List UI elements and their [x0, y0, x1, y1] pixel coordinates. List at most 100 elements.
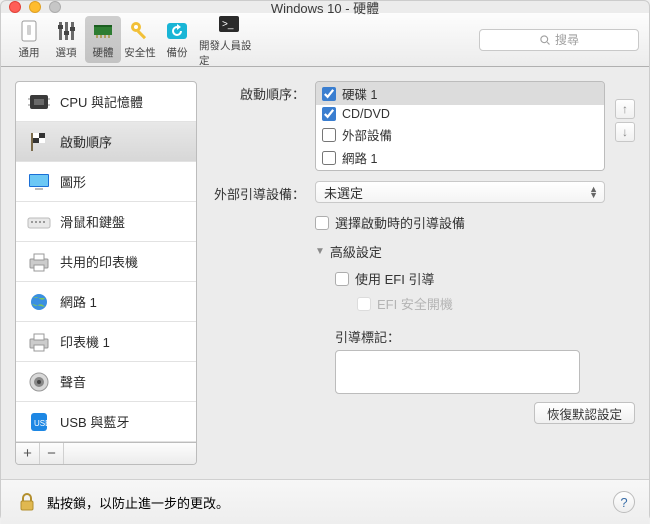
sidebar-item-label: 印表機 1: [60, 332, 110, 351]
key-icon: [128, 19, 152, 43]
restore-defaults-button[interactable]: 恢復默認設定: [534, 402, 635, 424]
sidebar-item-cpu[interactable]: CPU 與記憶體: [16, 82, 196, 122]
efi-row: 使用 EFI 引導: [335, 269, 635, 288]
sidebar-item-label: 滑鼠和鍵盤: [60, 212, 125, 231]
sidebar-item-sound[interactable]: 聲音: [16, 362, 196, 402]
boot-order-row: 啟動順序： 硬碟 1 CD/DVD 外部設備 網路 1 軟碟 ↑ ↓: [205, 81, 635, 171]
chip-icon: [91, 19, 115, 43]
efi-checkbox[interactable]: [335, 272, 349, 286]
boot-item[interactable]: CD/DVD: [316, 105, 604, 123]
svg-text:>_: >_: [222, 19, 234, 30]
display-icon: [26, 171, 52, 193]
toolbar-group: 通用 選項 硬體 安全性 備份: [11, 16, 195, 63]
content-area: CPU 與記憶體 啟動順序 圖形 滑鼠和鍵盤 共用的印表機: [1, 67, 649, 479]
sidebar-item-shared-printers[interactable]: 共用的印表機: [16, 242, 196, 282]
boot-item-label: 硬碟 1: [342, 84, 377, 103]
sidebar-list: CPU 與記憶體 啟動順序 圖形 滑鼠和鍵盤 共用的印表機: [16, 82, 196, 442]
sidebar-item-mouse[interactable]: 滑鼠和鍵盤: [16, 202, 196, 242]
external-boot-row: 外部引導設備： 未選定 ▲▼: [205, 181, 635, 203]
sliders-icon: [54, 19, 78, 43]
boot-checkbox[interactable]: [322, 128, 336, 142]
boot-checkbox[interactable]: [322, 151, 336, 165]
move-down-button[interactable]: ↓: [615, 122, 635, 142]
boot-order-list[interactable]: 硬碟 1 CD/DVD 外部設備 網路 1 軟碟: [315, 81, 605, 171]
svg-text:USB: USB: [34, 419, 50, 428]
sidebar-item-label: 網路 1: [60, 292, 97, 311]
advanced-disclosure[interactable]: ▼ 高級設定: [315, 242, 635, 261]
tab-hardware[interactable]: 硬體: [85, 16, 121, 63]
advanced-label: 高級設定: [330, 242, 382, 261]
sidebar-item-printer1[interactable]: 印表機 1: [16, 322, 196, 362]
sidebar-footer: + −: [16, 442, 196, 464]
select-on-startup-row: 選擇啟動時的引導設備: [315, 213, 635, 232]
tab-devtools[interactable]: >_ 開發人員設定: [197, 9, 261, 71]
tab-label: 硬體: [93, 45, 114, 60]
toolbar: 通用 選項 硬體 安全性 備份 >_ 開發人員設定: [1, 13, 649, 67]
efi-secure-checkbox: [357, 297, 371, 311]
updown-icon: ▲▼: [589, 186, 598, 198]
external-boot-select[interactable]: 未選定 ▲▼: [315, 181, 605, 203]
boot-item-label: 網路 1: [342, 148, 377, 167]
boot-checkbox[interactable]: [322, 107, 336, 121]
search-icon: [539, 34, 551, 46]
titlebar: Windows 10 - 硬體: [1, 1, 649, 13]
disclosure-triangle-icon: ▼: [315, 246, 325, 257]
sidebar-item-label: USB 與藍牙: [60, 412, 129, 431]
boot-item[interactable]: 外部設備: [316, 123, 604, 146]
help-button[interactable]: ?: [613, 491, 635, 513]
efi-secure-row: EFI 安全開機: [357, 294, 635, 313]
boot-checkbox[interactable]: [322, 87, 336, 101]
sidebar-item-boot[interactable]: 啟動順序: [16, 122, 196, 162]
general-icon: [17, 19, 41, 43]
select-on-startup-label: 選擇啟動時的引導設備: [335, 213, 465, 232]
tab-label: 備份: [167, 45, 188, 60]
boot-flags-textarea[interactable]: [335, 350, 580, 394]
tab-label: 安全性: [124, 45, 156, 60]
tab-options[interactable]: 選項: [48, 16, 84, 63]
lock-text: 點按鎖，以防止進一步的更改。: [47, 493, 229, 512]
boot-item-label: 外部設備: [342, 125, 392, 144]
select-value: 未選定: [324, 183, 363, 202]
tab-backup[interactable]: 備份: [159, 16, 195, 63]
restore-row: 恢復默認設定: [205, 402, 635, 424]
boot-item[interactable]: 軟碟: [316, 169, 604, 171]
boot-order-label: 啟動順序：: [205, 81, 305, 103]
sidebar: CPU 與記憶體 啟動順序 圖形 滑鼠和鍵盤 共用的印表機: [15, 81, 197, 465]
sidebar-item-usb-bt[interactable]: USB USB 與藍牙: [16, 402, 196, 442]
boot-item[interactable]: 硬碟 1: [316, 82, 604, 105]
backup-icon: [165, 19, 189, 43]
tab-general[interactable]: 通用: [11, 16, 47, 63]
tab-security[interactable]: 安全性: [122, 16, 158, 63]
tab-label: 通用: [19, 45, 40, 60]
move-up-button[interactable]: ↑: [615, 99, 635, 119]
external-boot-label: 外部引導設備：: [205, 181, 305, 203]
speaker-icon: [26, 371, 52, 393]
lock-bar: 點按鎖，以防止進一步的更改。 ?: [1, 479, 649, 524]
lock-icon[interactable]: [15, 490, 39, 514]
tab-label: 選項: [56, 45, 77, 60]
printer-icon: [26, 251, 52, 273]
select-on-startup-checkbox[interactable]: [315, 216, 329, 230]
window-title: Windows 10 - 硬體: [1, 0, 649, 17]
add-button[interactable]: +: [16, 443, 40, 464]
flag-icon: [26, 131, 52, 153]
tab-label: 開發人員設定: [199, 38, 259, 68]
sidebar-item-label: 共用的印表機: [60, 252, 138, 271]
boot-item[interactable]: 網路 1: [316, 146, 604, 169]
boot-item-label: CD/DVD: [342, 107, 390, 121]
efi-secure-label: EFI 安全開機: [377, 294, 453, 313]
sidebar-item-label: 聲音: [60, 372, 86, 391]
remove-button[interactable]: −: [40, 443, 64, 464]
preferences-window: Windows 10 - 硬體 通用 選項 硬體 安全性 備份: [0, 0, 650, 521]
sidebar-item-network1[interactable]: 網路 1: [16, 282, 196, 322]
cpu-icon: [26, 91, 52, 113]
globe-icon: [26, 291, 52, 313]
search-placeholder: 搜尋: [555, 31, 579, 48]
reorder-controls: ↑ ↓: [615, 99, 635, 142]
search-field[interactable]: 搜尋: [479, 29, 639, 51]
usb-icon: USB: [26, 411, 52, 433]
keyboard-icon: [26, 211, 52, 233]
detail-pane: 啟動順序： 硬碟 1 CD/DVD 外部設備 網路 1 軟碟 ↑ ↓ 外部引導設…: [205, 81, 635, 465]
boot-flags-label: 引導標記：: [335, 327, 635, 346]
sidebar-item-graphics[interactable]: 圖形: [16, 162, 196, 202]
